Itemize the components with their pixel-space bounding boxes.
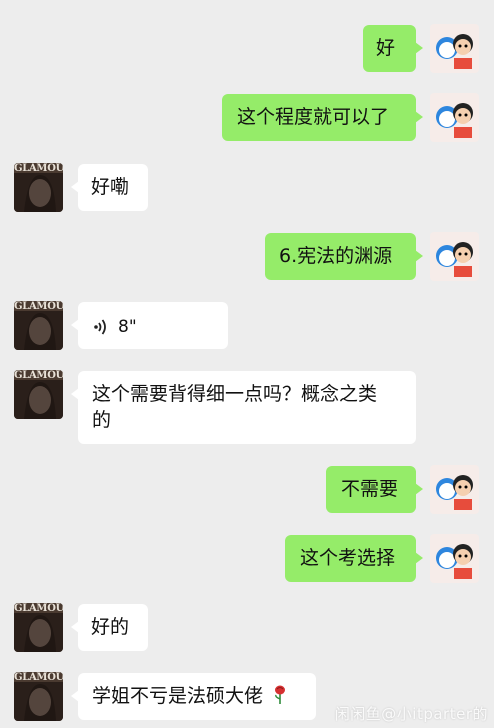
avatar-logo-text: GLAMOUR xyxy=(14,603,63,614)
my-avatar[interactable] xyxy=(430,93,479,142)
message-row: 这个程度就可以了 xyxy=(0,93,494,142)
message-bubble[interactable]: 6.宪法的渊源 xyxy=(265,233,423,280)
contact-avatar[interactable]: GLAMOUR xyxy=(14,672,63,721)
message-bubble[interactable]: 好 xyxy=(363,25,423,72)
contact-avatar[interactable]: GLAMOUR xyxy=(14,603,63,652)
message-row: 6.宪法的渊源 xyxy=(0,232,494,281)
message-row: 不需要 xyxy=(0,465,494,514)
message-text: 好嘞 xyxy=(91,176,130,198)
message-text: 不需要 xyxy=(341,478,399,500)
voice-wave-icon xyxy=(94,317,108,335)
voice-duration: 8" xyxy=(118,317,137,337)
voice-message-bubble[interactable]: 8" xyxy=(71,302,228,349)
message-row: GLAMOUR 这个需要背得细一点吗？概念之类 的 xyxy=(0,370,494,445)
my-avatar[interactable] xyxy=(430,465,479,514)
message-row: GLAMOUR 8" xyxy=(0,301,494,350)
message-text: 这个考选择 xyxy=(300,547,396,569)
avatar-logo-text: GLAMOUR xyxy=(14,163,63,174)
message-bubble[interactable]: 学姐不亏是法硕大佬 xyxy=(71,673,316,720)
watermark-text: 闲闲鱼@小itparter的 xyxy=(334,705,488,723)
message-text: 6.宪法的渊源 xyxy=(279,245,393,267)
my-avatar[interactable] xyxy=(430,232,479,281)
contact-avatar[interactable]: GLAMOUR xyxy=(14,163,63,212)
avatar-logo-text: GLAMOUR xyxy=(14,672,63,683)
chat-area: 好 这个程度就可以了 GLAMOUR 好嘞 6.宪法的渊源 xyxy=(0,0,494,728)
message-text: 这个程度就可以了 xyxy=(237,106,390,128)
message-text: 这个需要背得细一点吗？概念之类 的 xyxy=(92,383,378,431)
message-bubble[interactable]: 不需要 xyxy=(326,466,423,513)
message-row: 好 xyxy=(0,24,494,73)
contact-avatar[interactable]: GLAMOUR xyxy=(14,301,63,350)
avatar-logo-text: GLAMOUR xyxy=(14,301,63,312)
message-text: 好 xyxy=(376,37,396,59)
message-bubble[interactable]: 好嘞 xyxy=(71,164,148,211)
avatar-logo-text: GLAMOUR xyxy=(14,370,63,381)
message-bubble[interactable]: 好的 xyxy=(71,604,148,651)
message-bubble[interactable]: 这个需要背得细一点吗？概念之类 的 xyxy=(71,371,416,444)
message-text: 学姐不亏是法硕大佬 xyxy=(92,685,264,707)
rose-icon xyxy=(273,685,287,712)
message-row: GLAMOUR 好嘞 xyxy=(0,163,494,212)
message-bubble[interactable]: 这个考选择 xyxy=(285,535,423,582)
message-row: GLAMOUR 好的 xyxy=(0,603,494,652)
message-text: 好的 xyxy=(91,616,130,638)
my-avatar[interactable] xyxy=(430,534,479,583)
my-avatar[interactable] xyxy=(430,24,479,73)
message-bubble[interactable]: 这个程度就可以了 xyxy=(222,94,423,141)
message-row: 这个考选择 xyxy=(0,534,494,583)
contact-avatar[interactable]: GLAMOUR xyxy=(14,370,63,419)
